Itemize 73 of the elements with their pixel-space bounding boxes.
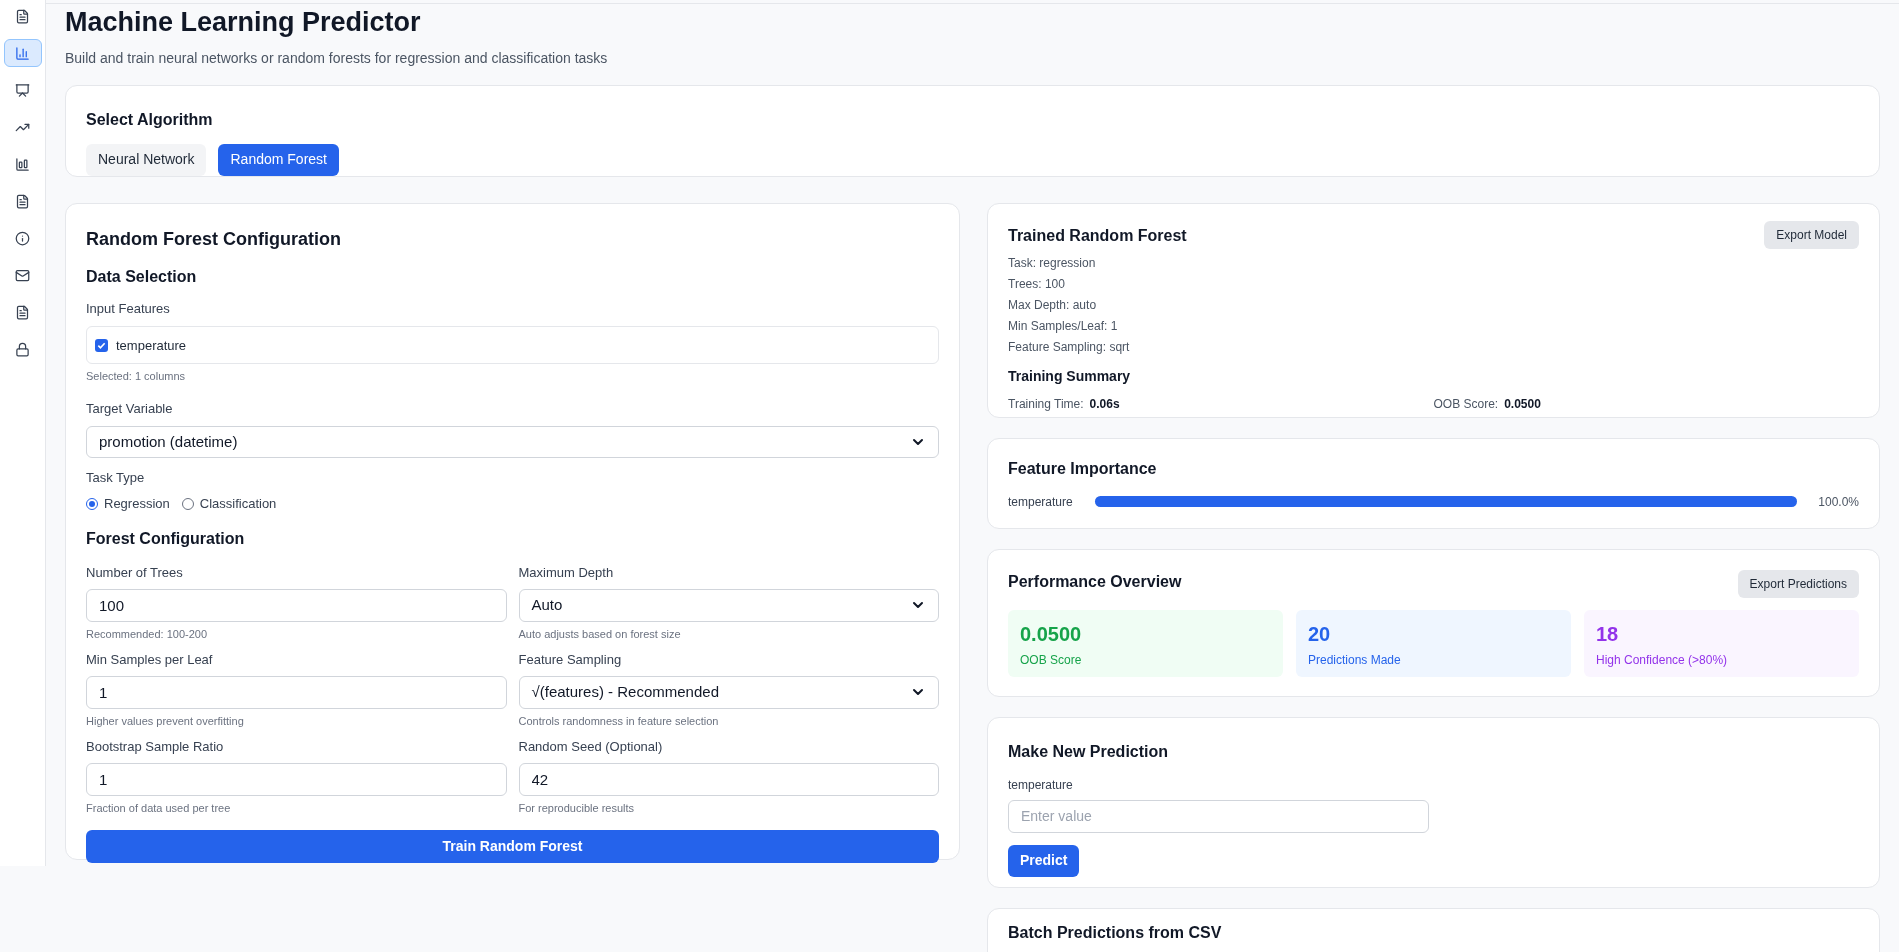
importance-value: 100.0% — [1817, 493, 1859, 511]
predict-button[interactable]: Predict — [1008, 844, 1080, 877]
checkbox-label: temperature — [116, 336, 187, 355]
section-title: Training Summary — [1008, 366, 1132, 386]
summary-label: OOB Score: — [1433, 395, 1499, 413]
field-label: Bootstrap Sample Ratio — [86, 738, 225, 757]
panel-title: Batch Predictions from CSV — [1008, 922, 1223, 943]
value-input[interactable]: Enter value — [1008, 799, 1429, 833]
algorithm-tab[interactable]: Neural Network — [86, 143, 207, 176]
select-field[interactable]: promotion (datetime) — [86, 426, 939, 459]
panel-title: Trained Random Forest — [1008, 225, 1187, 246]
stat-label: Predictions Made — [1308, 651, 1402, 669]
section-title: Data Selection — [86, 266, 198, 287]
field-label: Task Type — [86, 469, 146, 488]
field-label: Input Features — [86, 299, 171, 318]
radio-label: Regression — [104, 494, 170, 513]
stat-value: 18 — [1596, 621, 1620, 647]
section-title: Forest Configuration — [86, 529, 246, 550]
summary-value: 0.06s — [1089, 395, 1120, 413]
stat-label: OOB Score — [1020, 651, 1083, 669]
summary-label: Training Time: — [1008, 395, 1084, 413]
model-detail: Max Depth: auto — [1008, 296, 1098, 314]
hint-text: Higher values prevent overfitting — [86, 713, 245, 729]
bar-chart-icon — [15, 45, 30, 61]
model-detail: Feature Sampling: sqrt — [1008, 338, 1131, 356]
field-label: Target Variable — [86, 399, 174, 418]
export-model-button[interactable]: Export Model — [1764, 220, 1859, 249]
model-detail: Task: regression — [1008, 254, 1097, 272]
model-detail: Min Samples/Leaf: 1 — [1008, 317, 1119, 335]
hint-text: Auto adjusts based on forest size — [518, 626, 682, 642]
hint-text: Selected: 1 columns — [86, 369, 187, 385]
summary-value: 0.0500 — [1504, 395, 1541, 413]
chart-icon — [15, 156, 30, 172]
stat-value: 0.0500 — [1020, 621, 1083, 647]
feature-name: temperature — [1008, 493, 1074, 511]
field-label: Number of Trees — [86, 564, 184, 583]
field-label: Random Seed (Optional) — [518, 738, 664, 757]
input-field[interactable]: 100 — [86, 588, 507, 622]
stat-label: High Confidence (>80%) — [1596, 651, 1729, 669]
export-predictions-button[interactable]: Export Predictions — [1737, 569, 1859, 598]
panel-title: Performance Overview — [1008, 571, 1182, 592]
field-label: Min Samples per Leaf — [86, 651, 214, 670]
section-title: Select Algorithm — [86, 109, 214, 130]
input-field[interactable]: 42 — [518, 762, 939, 796]
input-field[interactable]: 1 — [86, 675, 507, 709]
train-button[interactable]: Train Random Forest — [86, 830, 939, 864]
hint-text: Recommended: 100-200 — [86, 626, 209, 642]
input-field[interactable]: 1 — [86, 762, 507, 796]
lock-icon — [15, 341, 30, 357]
algorithm-tab[interactable]: Random Forest — [218, 143, 339, 176]
select-field[interactable]: √(features) - Recommended — [518, 675, 939, 709]
document-icon — [15, 193, 30, 209]
hint-text: Controls randomness in feature selection — [518, 713, 720, 729]
document-icon — [15, 8, 30, 24]
field-label: Feature Sampling — [518, 651, 623, 670]
panel-title: Feature Importance — [1008, 458, 1158, 479]
field-label: Maximum Depth — [518, 564, 615, 583]
info-icon — [15, 230, 30, 246]
presentation-icon — [15, 82, 30, 98]
mail-icon — [15, 267, 30, 283]
panel-title: Random Forest Configuration — [86, 227, 342, 251]
document-icon — [15, 304, 30, 320]
radio-label: Classification — [199, 494, 277, 513]
page-title: Machine Learning Predictor — [65, 6, 422, 39]
checkbox[interactable] — [95, 338, 108, 352]
model-detail: Trees: 100 — [1008, 275, 1066, 293]
page-subtitle: Build and train neural networks or random forests for regression and classification tasks — [65, 48, 609, 68]
field-label: temperature — [1008, 776, 1074, 794]
select-field[interactable]: Auto — [518, 588, 939, 622]
hint-text: For reproducible results — [518, 800, 636, 816]
panel-title: Make New Prediction — [1008, 741, 1170, 762]
stat-value: 20 — [1308, 621, 1332, 647]
hint-text: Fraction of data used per tree — [86, 800, 232, 816]
